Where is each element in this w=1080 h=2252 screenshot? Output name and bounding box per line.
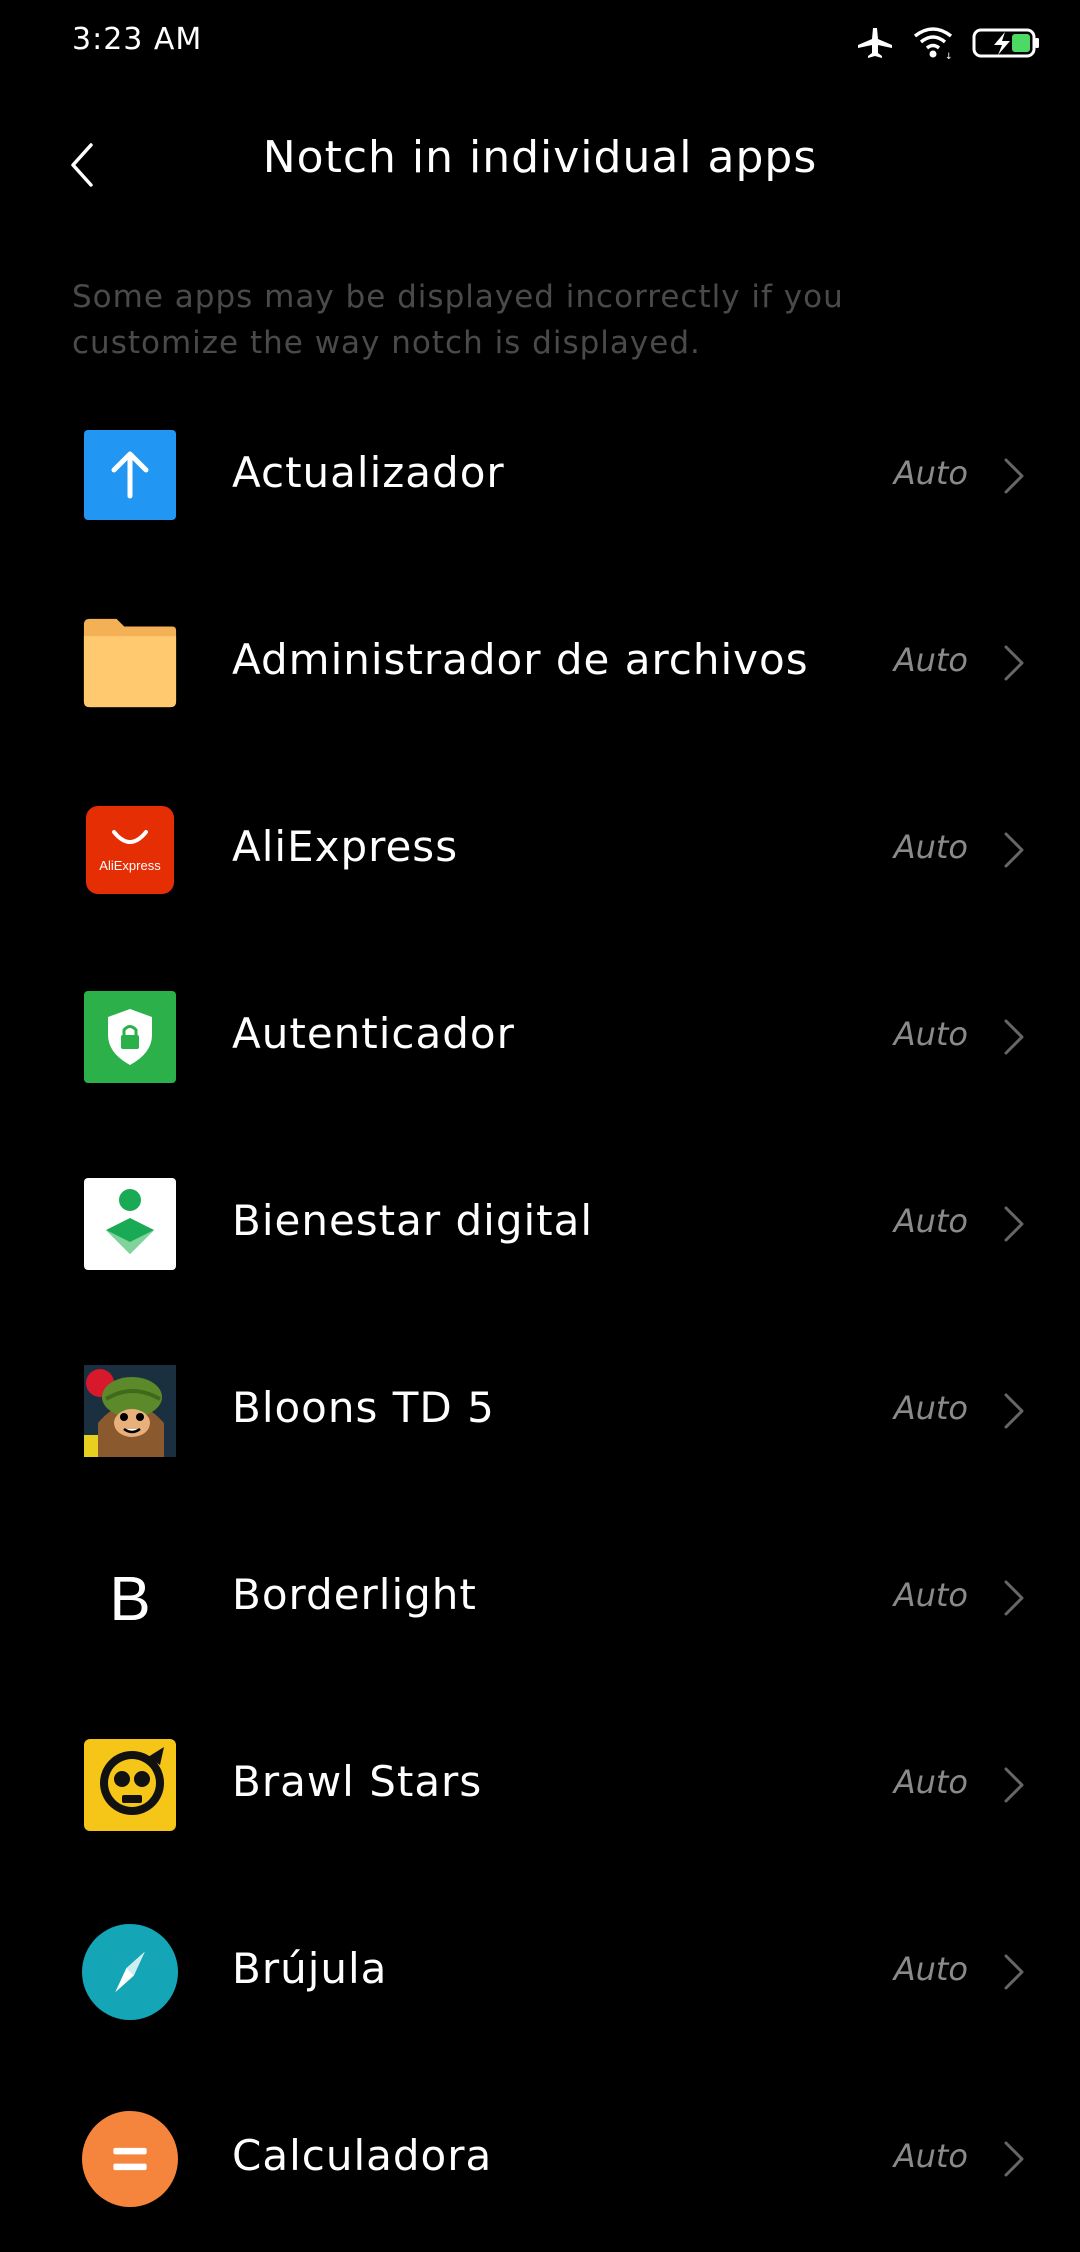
status-time: 3:23 AM: [72, 22, 203, 57]
chevron-right-icon: [1004, 832, 1024, 868]
app-name: Borderlight: [232, 1570, 477, 1619]
app-value: Auto: [893, 1389, 968, 1427]
chevron-right-icon: [1004, 1393, 1024, 1429]
app-value: Auto: [893, 454, 968, 492]
chevron-right-icon: [1004, 2141, 1024, 2177]
app-value: Auto: [893, 1576, 968, 1614]
calculator-icon: [82, 2111, 178, 2207]
digital-wellbeing-icon: [82, 1176, 178, 1272]
app-value: Auto: [893, 828, 968, 866]
status-bar: 3:23 AM ↓↑: [0, 0, 1080, 90]
chevron-right-icon: [1004, 1019, 1024, 1055]
list-item[interactable]: AliExpress AliExpress Auto: [0, 756, 1080, 943]
chevron-right-icon: [1004, 645, 1024, 681]
app-value: Auto: [893, 1763, 968, 1801]
svg-text:B: B: [109, 1565, 150, 1634]
description-text: Some apps may be displayed incorrectly i…: [72, 279, 844, 361]
airplane-icon: [856, 26, 894, 64]
shield-lock-icon: [82, 989, 178, 1085]
brawl-skull-icon: [82, 1737, 178, 1833]
app-name: Administrador de archivos: [232, 635, 809, 684]
compass-icon: [82, 1924, 178, 2020]
page-title: Notch in individual apps: [262, 132, 818, 183]
list-item[interactable]: Bienestar digital Auto: [0, 1130, 1080, 1317]
app-name: Bienestar digital: [232, 1196, 594, 1245]
letter-b-icon: B: [82, 1550, 178, 1646]
list-item[interactable]: B Borderlight Auto: [0, 1504, 1080, 1691]
list-item[interactable]: Brújula Auto: [0, 1878, 1080, 2065]
folder-icon: [82, 615, 178, 711]
aliexpress-icon: AliExpress: [82, 802, 178, 898]
app-value: Auto: [893, 641, 968, 679]
wifi-icon: ↓↑: [912, 26, 960, 64]
list-item[interactable]: Bloons TD 5 Auto: [0, 1317, 1080, 1504]
svg-text:AliExpress: AliExpress: [99, 858, 161, 873]
app-name: AliExpress: [232, 822, 459, 871]
list-item[interactable]: Calculadora Auto: [0, 2065, 1080, 2252]
app-name: Brawl Stars: [232, 1757, 483, 1806]
chevron-right-icon: [1004, 1206, 1024, 1242]
header: Notch in individual apps: [0, 90, 1080, 240]
app-name: Brújula: [232, 1944, 388, 1993]
list-item[interactable]: Administrador de archivos Auto: [0, 569, 1080, 756]
app-value: Auto: [893, 2137, 968, 2175]
chevron-right-icon: [1004, 458, 1024, 494]
app-name: Autenticador: [232, 1009, 515, 1058]
svg-text:↓↑: ↓↑: [945, 52, 954, 60]
app-name: Actualizador: [232, 448, 505, 497]
updater-icon: [82, 428, 178, 524]
battery-charging-icon: [972, 26, 1042, 64]
monkey-icon: [82, 1363, 178, 1459]
app-name: Bloons TD 5: [232, 1383, 495, 1432]
chevron-right-icon: [1004, 1580, 1024, 1616]
app-value: Auto: [893, 1015, 968, 1053]
chevron-right-icon: [1004, 1767, 1024, 1803]
chevron-right-icon: [1004, 1954, 1024, 1990]
app-value: Auto: [893, 1950, 968, 1988]
app-list: Actualizador Auto Administrador de archi…: [0, 382, 1080, 2252]
app-name: Calculadora: [232, 2131, 493, 2180]
list-item[interactable]: Actualizador Auto: [0, 382, 1080, 569]
app-value: Auto: [893, 1202, 968, 1240]
list-item[interactable]: Autenticador Auto: [0, 943, 1080, 1130]
status-icons: ↓↑: [856, 22, 1042, 68]
list-item[interactable]: Brawl Stars Auto: [0, 1691, 1080, 1878]
